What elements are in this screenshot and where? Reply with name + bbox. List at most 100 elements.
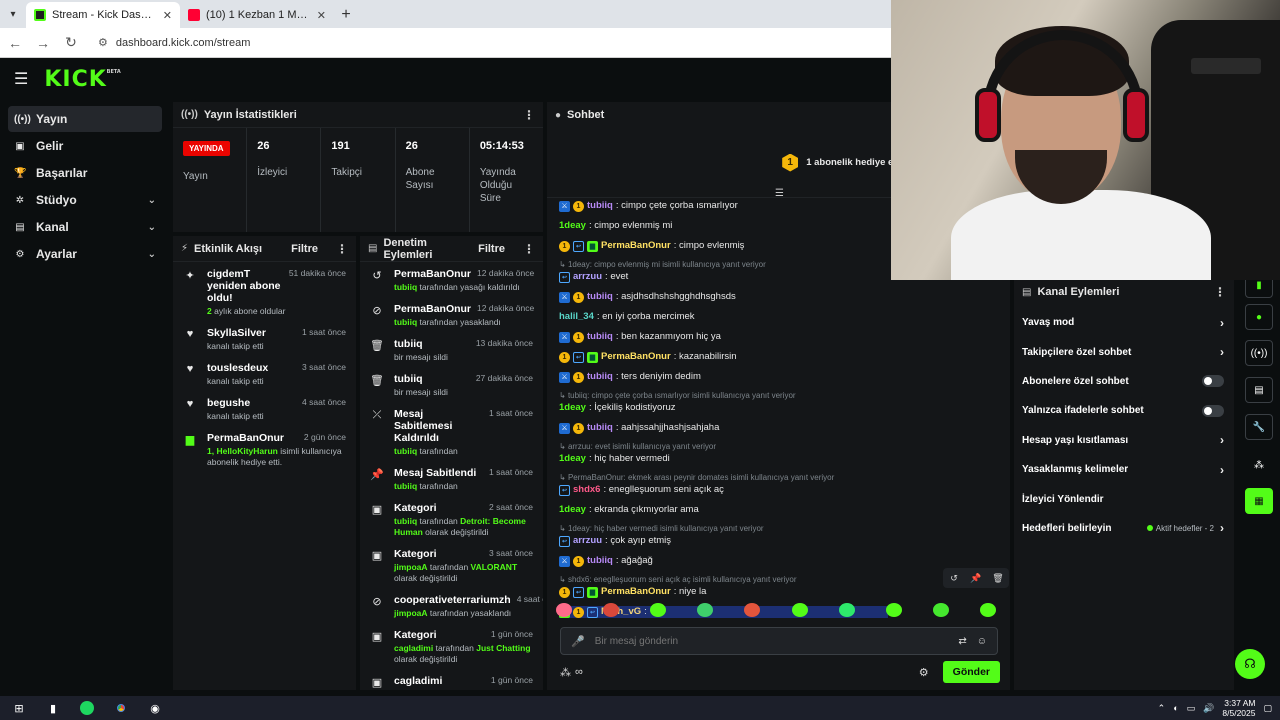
chat-message[interactable]: ⚔ 1 tubiiq: asjdhsdhshshgghdhsghsds xyxy=(559,291,998,303)
chat-username[interactable]: halil_34 xyxy=(559,311,594,323)
menu-icon[interactable]: ☰ xyxy=(14,69,28,89)
chat-username[interactable]: tubiiq xyxy=(587,555,613,567)
close-tab-icon[interactable]: ✕ xyxy=(317,9,326,22)
chat-message[interactable]: ⚔ 1 tubiiq: ben kazanmıyom hiç ya xyxy=(559,331,998,343)
notification-icon[interactable]: ▢ xyxy=(1263,703,1272,714)
rail-button[interactable]: ((•)) xyxy=(1245,340,1273,366)
chat-message[interactable]: 1 ↩ ▆ PermaBanOnur: niye la xyxy=(559,586,998,598)
emote-icon[interactable] xyxy=(885,603,902,617)
more-options-icon[interactable]: ⋮ xyxy=(523,242,535,256)
chat-message[interactable]: 1deay: hiç haber vermedi xyxy=(559,453,998,465)
site-info-icon[interactable]: ⚙ xyxy=(98,36,108,49)
channel-action-item[interactable]: Hesap yaşı kısıtlaması › xyxy=(1014,426,1234,455)
tab-search-dropdown-icon[interactable]: ▾ xyxy=(0,0,26,28)
tray-chevron-icon[interactable]: ⌃ xyxy=(1158,703,1166,714)
emote-icon[interactable] xyxy=(979,603,996,617)
rail-button[interactable]: ⁂ xyxy=(1245,452,1273,478)
sidebar-item-achievements[interactable]: 🏆 Başarılar xyxy=(8,160,162,186)
emote-icon[interactable] xyxy=(932,603,949,617)
help-button[interactable]: ☊ xyxy=(1235,649,1265,679)
filter-button[interactable]: Filtre xyxy=(291,243,318,255)
chat-username[interactable]: 1deay xyxy=(559,453,586,465)
toggle-switch[interactable] xyxy=(1202,404,1224,417)
chat-message[interactable]: ⚔ 1 tubiiq: aahjssahjjhashjsahjaha xyxy=(559,422,998,434)
chat-message[interactable]: halil_34: en iyi çorba mercimek xyxy=(559,311,998,323)
chat-message-input[interactable] xyxy=(594,635,949,647)
reload-icon[interactable]: ↻ xyxy=(64,34,78,51)
browser-tab-kick[interactable]: Stream - Kick Dashboard ✕ xyxy=(26,2,180,28)
microphone-icon[interactable]: 🎤 xyxy=(571,635,585,648)
channel-action-item[interactable]: Takipçilere özel sohbet › xyxy=(1014,337,1234,366)
rail-button[interactable]: ▤ xyxy=(1245,377,1273,403)
chat-username[interactable]: tubiiq xyxy=(587,371,613,383)
chat-username[interactable]: PermaBanOnur xyxy=(601,351,671,363)
toggle-switch[interactable] xyxy=(1202,375,1224,388)
url-field[interactable]: ⚙ dashboard.kick.com/stream xyxy=(98,36,250,50)
chat-message[interactable]: ↩ shdx6: eneglleşuorum seni açık aç xyxy=(559,484,998,496)
emote-icon[interactable] xyxy=(744,603,761,617)
sidebar-item-revenue[interactable]: ▣ Gelir xyxy=(8,133,162,159)
emote-icon[interactable] xyxy=(603,603,620,617)
emote-icon[interactable] xyxy=(650,603,667,617)
more-options-icon[interactable]: ⋮ xyxy=(336,242,348,256)
emote-icon[interactable] xyxy=(838,603,855,617)
spotify-icon[interactable] xyxy=(76,699,98,717)
filter-button[interactable]: Filtre xyxy=(478,243,505,255)
chat-message[interactable]: 1 ↩ ▆ PermaBanOnur: kazanabilirsin xyxy=(559,351,998,363)
chat-username[interactable]: PermaBanOnur xyxy=(601,586,671,598)
chat-username[interactable]: 1deay xyxy=(559,220,586,232)
chat-input-box[interactable]: 🎤 ⇄ ☺ xyxy=(560,627,998,655)
app-icon[interactable]: ▮ xyxy=(42,699,64,717)
channel-action-item[interactable]: Abonelere özel sohbet xyxy=(1014,367,1234,396)
discord-icon[interactable]: ◐ xyxy=(1173,703,1178,713)
close-tab-icon[interactable]: ✕ xyxy=(163,9,172,22)
rail-button[interactable]: ▦ xyxy=(1245,488,1273,514)
obs-icon[interactable]: ◉ xyxy=(144,699,166,717)
browser-tab-youtube[interactable]: (10) 1 Kezban 1 Mahmut | 7. Bö ✕ xyxy=(180,2,334,28)
chat-message[interactable]: ⚔ 1 tubiiq: ağağağ xyxy=(559,555,998,567)
chat-username[interactable]: tubiiq xyxy=(587,291,613,303)
chat-username[interactable]: 1deay xyxy=(559,402,586,414)
chat-username[interactable]: PermaBanOnur xyxy=(601,240,671,252)
translate-icon[interactable]: ⇄ xyxy=(958,636,966,647)
chrome-icon[interactable] xyxy=(110,699,132,717)
emote-icon[interactable] xyxy=(697,603,714,617)
emote-icon[interactable] xyxy=(556,603,572,617)
chat-username[interactable]: tubiiq xyxy=(587,422,613,434)
back-icon[interactable]: ← xyxy=(8,35,22,51)
kick-points-icon[interactable]: ⁂ xyxy=(560,666,571,679)
expand-icon[interactable]: ☰ xyxy=(775,188,784,199)
more-options-icon[interactable]: ⋮ xyxy=(1214,285,1226,299)
sidebar-item-settings[interactable]: ⚙ Ayarlar ⌄ xyxy=(8,241,162,267)
rail-button[interactable]: ● xyxy=(1245,304,1273,330)
delete-icon[interactable]: 🗑 xyxy=(987,573,1009,584)
chat-username[interactable]: arrzuu xyxy=(573,535,602,547)
channel-action-item[interactable]: Yalnızca ifadelerle sohbet xyxy=(1014,396,1234,425)
kick-logo[interactable]: KICK BETA xyxy=(44,67,120,92)
rail-button[interactable]: 🔧 xyxy=(1245,414,1273,440)
channel-action-item[interactable]: Yavaş mod › xyxy=(1014,308,1234,337)
chat-message[interactable]: ↩ arrzuu: çok ayıp etmiş xyxy=(559,535,998,547)
sidebar-item-channel[interactable]: ▤ Kanal ⌄ xyxy=(8,214,162,240)
emote-icon[interactable] xyxy=(791,603,808,617)
chat-username[interactable]: tubiiq xyxy=(587,200,613,212)
chat-message[interactable]: 1deay: İçekiliş kodistiyoruz xyxy=(559,402,998,414)
channel-action-item[interactable]: Yasaklanmış kelimeler › xyxy=(1014,455,1234,484)
windows-start-icon[interactable]: ⊞ xyxy=(8,699,30,717)
forward-icon[interactable]: → xyxy=(36,35,50,51)
undo-icon[interactable]: ↺ xyxy=(943,573,965,584)
new-tab-button[interactable]: + xyxy=(334,2,358,28)
emoji-icon[interactable]: ☺ xyxy=(977,636,987,647)
chat-message[interactable]: ⚔ 1 tubiiq: ters deniyim dedim xyxy=(559,371,998,383)
network-icon[interactable]: ▭ xyxy=(1187,703,1196,714)
send-button[interactable]: Gönder xyxy=(942,661,1000,683)
chat-username[interactable]: 1deay xyxy=(559,504,586,516)
chat-username[interactable]: arrzuu xyxy=(573,271,602,283)
sidebar-item-studio[interactable]: ✲ Stüdyo ⌄ xyxy=(8,187,162,213)
volume-icon[interactable]: 🔊 xyxy=(1203,703,1214,714)
chat-username[interactable]: shdx6 xyxy=(573,484,600,496)
channel-action-item[interactable]: Hedefleri belirleyin Aktif hedefler - 2 › xyxy=(1014,514,1234,543)
pin-icon[interactable]: 📌 xyxy=(965,573,987,584)
more-options-icon[interactable]: ⋮ xyxy=(523,108,535,122)
channel-action-item[interactable]: İzleyici Yönlendir xyxy=(1014,484,1234,513)
